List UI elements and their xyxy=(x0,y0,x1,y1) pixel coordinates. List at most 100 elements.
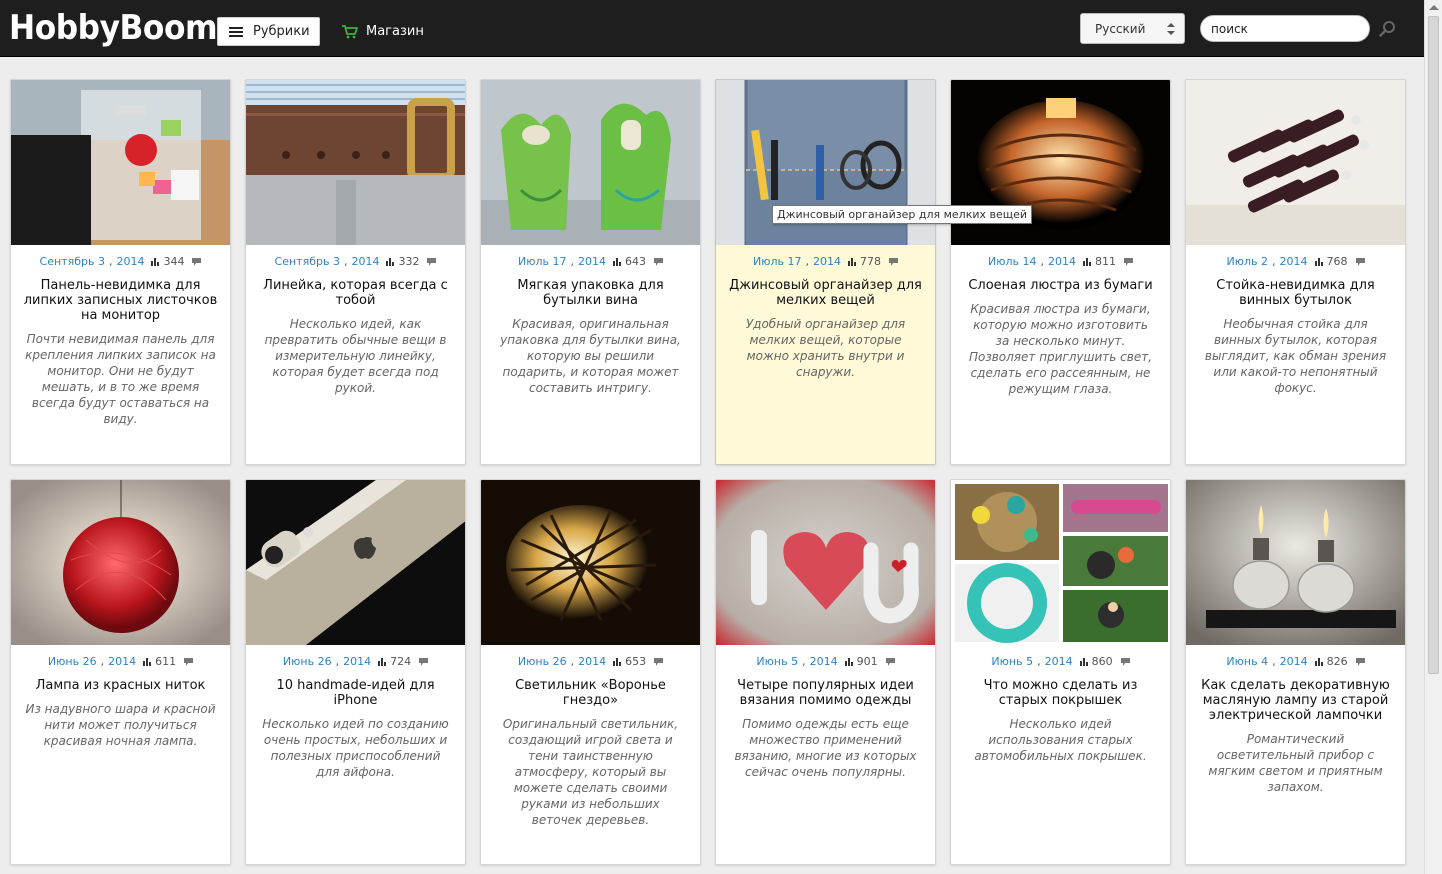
article-image[interactable] xyxy=(1186,480,1406,645)
article-card[interactable]: Июнь 5, 2014 901 Четыре популярных идеи … xyxy=(715,479,936,865)
language-select[interactable]: Русский xyxy=(1080,13,1185,44)
article-image[interactable] xyxy=(481,480,701,645)
article-title[interactable]: Четыре популярных идеи вязания помимо од… xyxy=(716,677,935,708)
scroll-thumb[interactable] xyxy=(1428,16,1439,674)
article-description: Из надувного шара и красной нити может п… xyxy=(25,702,216,748)
article-card[interactable]: Июль 17, 2014 643 Мягкая упаковка для бу… xyxy=(480,79,701,465)
comment-icon[interactable] xyxy=(1120,657,1130,666)
article-year[interactable]: 2014 xyxy=(343,655,371,668)
article-year[interactable]: 2014 xyxy=(1045,655,1073,668)
article-description: Помимо одежды есть еще множество примене… xyxy=(734,717,917,779)
vertical-scrollbar[interactable] xyxy=(1424,0,1442,874)
article-year[interactable]: 2014 xyxy=(351,255,379,268)
article-date[interactable]: Июль 2 xyxy=(1227,255,1269,268)
article-views: 901 xyxy=(856,655,878,668)
article-year[interactable]: 2014 xyxy=(578,255,606,268)
article-date[interactable]: Июнь 26 xyxy=(283,655,332,668)
article-title[interactable]: Светильник «Воронье гнездо» xyxy=(481,677,700,708)
views-icon xyxy=(143,657,152,666)
article-title[interactable]: Панель-невидимка для липких записных лис… xyxy=(11,277,230,323)
article-year[interactable]: 2014 xyxy=(813,255,841,268)
comment-icon[interactable] xyxy=(1124,257,1133,266)
article-views: 643 xyxy=(625,255,646,268)
views-icon xyxy=(151,257,160,266)
article-card[interactable]: Сентябрь 3, 2014 332 Линейка, которая вс… xyxy=(245,79,466,465)
views-icon xyxy=(386,257,395,266)
article-year[interactable]: 2014 xyxy=(578,655,606,668)
article-year[interactable]: 2014 xyxy=(1280,655,1308,668)
article-title[interactable]: Как сделать декоративную масляную лампу … xyxy=(1186,677,1405,723)
article-image[interactable] xyxy=(11,480,231,645)
article-meta: Июль 17, 2014 643 xyxy=(481,245,700,277)
comment-icon[interactable] xyxy=(654,657,664,666)
article-card[interactable]: Июнь 4, 2014 826 Как сделать декоративну… xyxy=(1185,479,1406,865)
article-description: Красивая, оригинальная упаковка для буты… xyxy=(500,317,681,395)
article-image[interactable] xyxy=(246,80,466,245)
article-image[interactable] xyxy=(716,480,936,645)
article-date[interactable]: Июль 14 xyxy=(988,255,1037,268)
article-date[interactable]: Июнь 26 xyxy=(518,655,567,668)
article-card[interactable]: Июль 17, 2014 778 Джинсовый органайзер д… xyxy=(715,79,936,465)
scroll-up-icon[interactable] xyxy=(1429,5,1439,10)
article-date[interactable]: Июнь 4 xyxy=(1226,655,1268,668)
article-card[interactable]: Сентябрь 3, 2014 344 Панель-невидимка дл… xyxy=(10,79,231,465)
article-description: Необычная стойка для винных бутылок, кот… xyxy=(1204,317,1387,395)
comment-icon[interactable] xyxy=(885,657,895,666)
views-icon xyxy=(613,657,622,666)
article-year[interactable]: 2014 xyxy=(116,255,144,268)
article-date[interactable]: Июнь 5 xyxy=(991,655,1033,668)
article-card[interactable]: Июнь 26, 2014 653 Светильник «Воронье гн… xyxy=(480,479,701,865)
site-logo[interactable]: HobbyBoom xyxy=(9,8,218,48)
article-image[interactable] xyxy=(11,80,231,245)
article-meta: Июнь 5, 2014 860 xyxy=(951,645,1170,677)
article-description: Красивая люстра из бумаги, которую можно… xyxy=(968,302,1153,396)
article-title[interactable]: Мягкая упаковка для бутылки вина xyxy=(481,277,700,308)
shop-link[interactable]: Магазин xyxy=(342,24,424,39)
article-date[interactable]: Июль 17 xyxy=(518,255,567,268)
comment-icon[interactable] xyxy=(889,257,898,266)
search-icon[interactable] xyxy=(1379,20,1396,37)
article-image[interactable] xyxy=(951,480,1171,645)
article-title[interactable]: Линейка, которая всегда с тобой xyxy=(246,277,465,308)
article-title[interactable]: Джинсовый органайзер для мелких вещей xyxy=(716,277,935,308)
article-date[interactable]: Сентябрь 3 xyxy=(40,255,105,268)
article-date[interactable]: Июль 17 xyxy=(753,255,802,268)
article-description: Несколько идей, как превратить обычные в… xyxy=(264,317,447,395)
article-title[interactable]: 10 handmade-идей для iPhone xyxy=(246,677,465,708)
article-year[interactable]: 2014 xyxy=(1280,255,1308,268)
article-card[interactable]: Июль 2, 2014 768 Стойка-невидимка для ви… xyxy=(1185,79,1406,465)
views-icon xyxy=(378,657,387,666)
article-image[interactable] xyxy=(246,480,466,645)
article-views: 724 xyxy=(390,655,412,668)
comment-icon[interactable] xyxy=(427,257,437,266)
article-date[interactable]: Июнь 26 xyxy=(48,655,97,668)
article-image[interactable] xyxy=(481,80,701,245)
comment-icon[interactable] xyxy=(192,257,202,266)
article-year[interactable]: 2014 xyxy=(810,655,838,668)
article-date[interactable]: Сентябрь 3 xyxy=(275,255,340,268)
article-card[interactable]: Июнь 5, 2014 860 Что можно сделать из ст… xyxy=(950,479,1171,865)
comment-icon[interactable] xyxy=(184,657,194,666)
comment-icon[interactable] xyxy=(419,657,429,666)
comment-icon[interactable] xyxy=(654,257,663,266)
article-meta: Июнь 4, 2014 826 xyxy=(1186,645,1405,677)
article-title[interactable]: Что можно сделать из старых покрышек xyxy=(951,677,1170,708)
search-input[interactable] xyxy=(1200,15,1370,42)
article-views: 860 xyxy=(1091,655,1113,668)
article-card[interactable]: Июнь 26, 2014 611 Лампа из красных ниток… xyxy=(10,479,231,865)
article-card[interactable]: Июнь 26, 2014 724 10 handmade-идей для i… xyxy=(245,479,466,865)
article-title[interactable]: Лампа из красных ниток xyxy=(11,677,230,693)
article-year[interactable]: 2014 xyxy=(108,655,136,668)
article-year[interactable]: 2014 xyxy=(1048,255,1076,268)
article-image[interactable] xyxy=(1186,80,1406,245)
comment-icon[interactable] xyxy=(1355,257,1365,266)
article-meta: Июль 2, 2014 768 xyxy=(1186,245,1405,277)
article-date[interactable]: Июнь 5 xyxy=(756,655,798,668)
article-meta: Июнь 26, 2014 724 xyxy=(246,645,465,677)
comment-icon[interactable] xyxy=(1355,657,1365,666)
article-card[interactable]: Июль 14, 2014 811 Слоеная люстра из бума… xyxy=(950,79,1171,465)
article-title[interactable]: Стойка-невидимка для винных бутылок xyxy=(1186,277,1405,308)
article-meta: Июнь 26, 2014 653 xyxy=(481,645,700,677)
article-title[interactable]: Слоеная люстра из бумаги xyxy=(951,277,1170,293)
rubrics-button[interactable]: Рубрики xyxy=(217,17,320,46)
